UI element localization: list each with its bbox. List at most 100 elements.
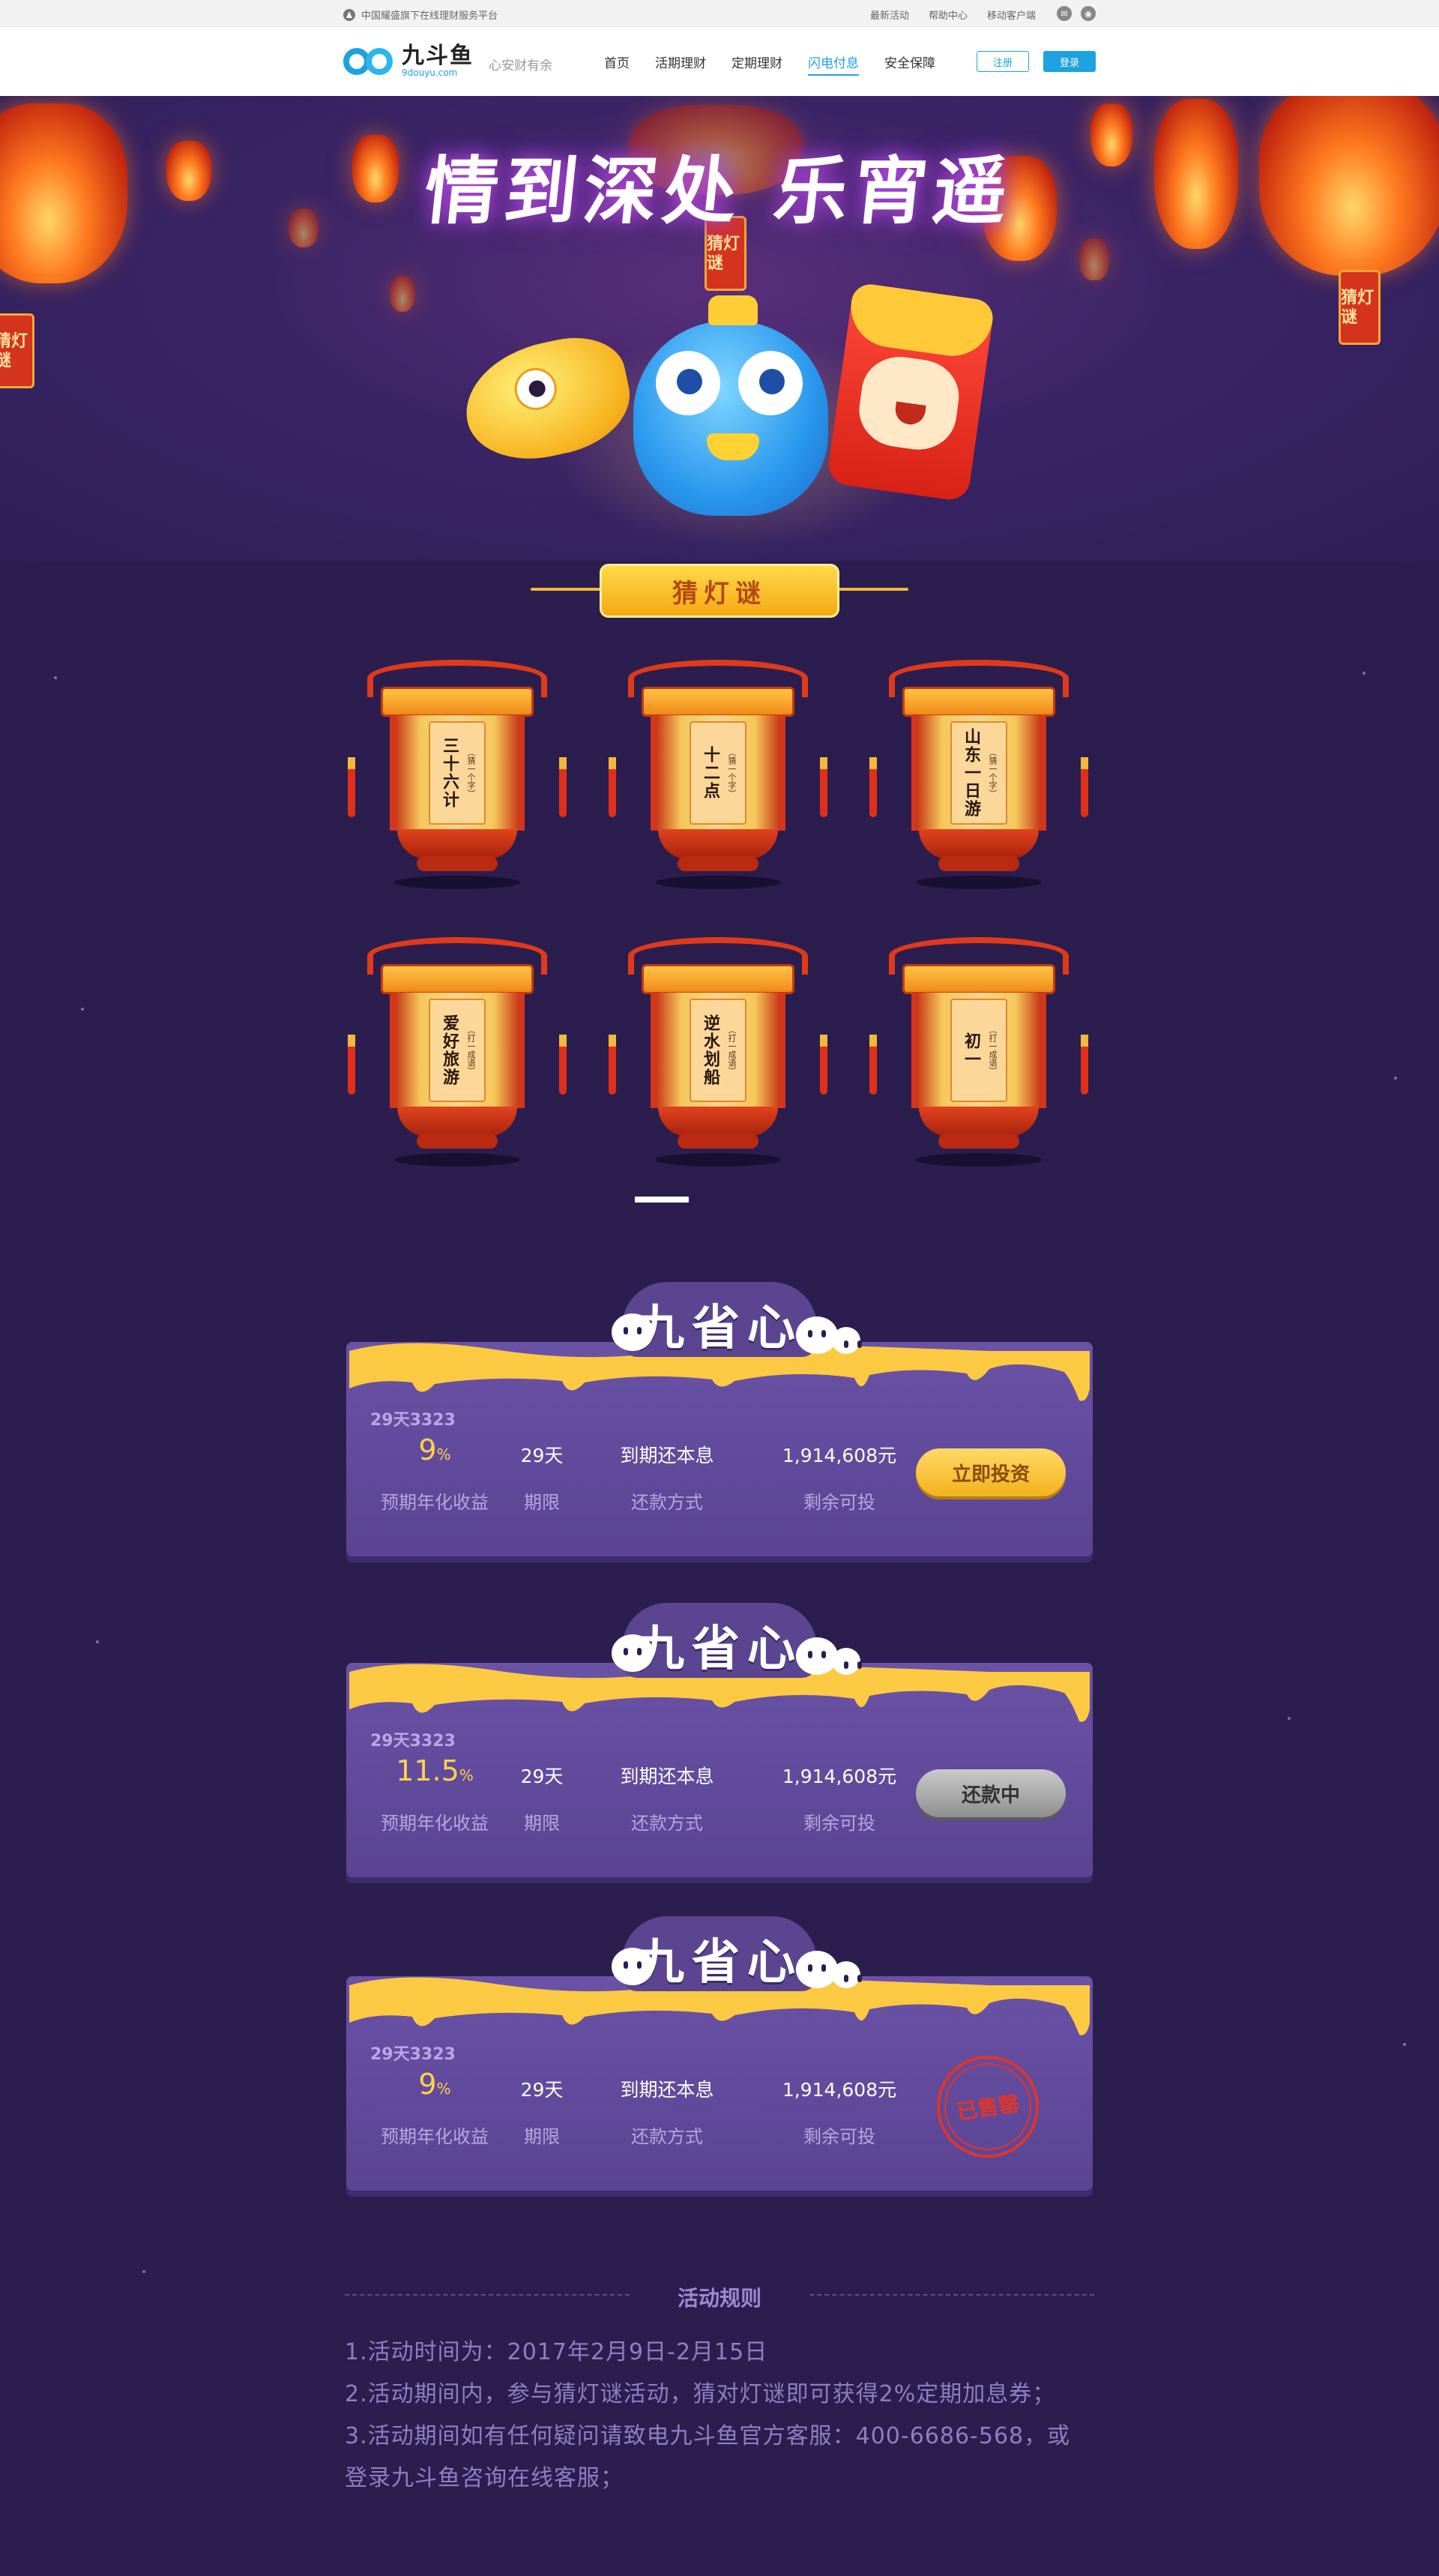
annual-rate-label: 预期年化收益 xyxy=(381,1813,489,1834)
product-id: 29天3323 xyxy=(370,1411,456,1430)
top-utility-bar: 中国耀盛旗下在线理财服务平台 最新活动 帮助中心 移动客户端 ✉ ◉ xyxy=(0,0,1439,27)
product-card-3: 九省心 29天3323 9% 29天 到期还本息 1,914,608元 预期年化… xyxy=(345,1909,1094,2194)
star-decoration xyxy=(1288,1717,1291,1720)
riddle-hint: （猜一个字） xyxy=(727,748,737,798)
hanging-tag-left: 猜灯谜 xyxy=(0,313,34,388)
star-decoration xyxy=(142,2270,145,2273)
remaining-amount-label: 剩余可投 xyxy=(803,1492,875,1513)
link-help-center[interactable]: 帮助中心 xyxy=(929,7,968,22)
riddle-section-title: 猜灯谜 xyxy=(600,564,839,618)
star-decoration xyxy=(1363,672,1366,675)
nav-flash-interest[interactable]: 闪电付息 xyxy=(808,52,859,76)
riddle-lantern-1[interactable]: 三十六计 （猜一个字） xyxy=(345,660,570,900)
riddle-text: 逆水划船 xyxy=(701,1014,720,1086)
carousel-indicator[interactable] xyxy=(635,1197,689,1203)
repay-method-value: 到期还本息 xyxy=(620,1445,714,1466)
cloud-face-icon xyxy=(796,1316,838,1354)
star-decoration xyxy=(81,1008,84,1011)
nav-home[interactable]: 首页 xyxy=(604,52,630,76)
riddle-lantern-5[interactable]: 逆水划船 （打一成语） xyxy=(606,937,830,1177)
repaying-status-button[interactable]: 还款中 xyxy=(916,1769,1066,1817)
company-logo-icon xyxy=(343,8,355,21)
repay-method-label: 还款方式 xyxy=(631,2126,703,2147)
repay-method-value: 到期还本息 xyxy=(620,2079,714,2101)
logo-name: 九斗鱼 xyxy=(402,43,474,69)
red-envelope-mascot xyxy=(826,282,995,502)
star-decoration xyxy=(1403,2043,1406,2046)
riddle-text: 十二点 xyxy=(701,746,720,800)
sky-lantern-image xyxy=(0,103,127,283)
nav-fixed-finance[interactable]: 定期理财 xyxy=(731,52,782,76)
nav-security[interactable]: 安全保障 xyxy=(884,52,935,76)
riddle-lantern-6[interactable]: 初一 （打一成语） xyxy=(866,937,1091,1177)
riddle-text: 山东一日游 xyxy=(962,728,981,818)
remaining-amount-value: 1,914,608元 xyxy=(782,2079,897,2101)
link-latest-activity[interactable]: 最新活动 xyxy=(870,7,909,22)
rule-item: 2.活动期间内，参与猜灯谜活动，猜对灯谜即可获得2%定期加息券； xyxy=(345,2381,1056,2407)
sky-lantern-image xyxy=(166,141,211,201)
rule-item: 3.活动期间如有任何疑问请致电九斗鱼官方客服：400-6686-568，或 xyxy=(345,2423,1071,2449)
riddle-text: 三十六计 xyxy=(440,737,459,809)
riddle-lantern-4[interactable]: 爱好旅游 （打一成语） xyxy=(345,937,570,1177)
term-label: 期限 xyxy=(524,1492,560,1513)
annual-rate-label: 预期年化收益 xyxy=(381,1492,489,1513)
remaining-amount-label: 剩余可投 xyxy=(803,2126,875,2147)
wechat-icon[interactable]: ✉ xyxy=(1057,6,1072,21)
remaining-amount-label: 剩余可投 xyxy=(803,1813,875,1834)
sky-lantern-image xyxy=(1154,99,1238,249)
riddle-hint: （打一成语） xyxy=(988,1026,998,1075)
nav-current-finance[interactable]: 活期理财 xyxy=(655,52,706,76)
sky-lantern-image xyxy=(390,276,415,312)
term-label: 期限 xyxy=(524,1813,560,1834)
star-decoration xyxy=(1394,1077,1397,1080)
blue-fish-mascot xyxy=(633,295,828,516)
star-decoration xyxy=(54,676,57,679)
term-label: 期限 xyxy=(524,2126,560,2147)
link-mobile-client[interactable]: 移动客户端 xyxy=(987,7,1036,22)
cloud-face-icon xyxy=(832,1961,862,1988)
riddle-section-banner: 猜灯谜 xyxy=(531,564,908,618)
cloud-face-icon xyxy=(612,1948,654,1985)
platform-tagline: 中国耀盛旗下在线理财服务平台 xyxy=(343,7,498,22)
cloud-face-icon xyxy=(796,1951,838,1988)
cloud-face-icon xyxy=(612,1634,654,1672)
tagline-text: 中国耀盛旗下在线理财服务平台 xyxy=(361,10,498,22)
hero-title: 情到深处 乐宵遥 xyxy=(420,148,1018,235)
register-button[interactable]: 注册 xyxy=(977,51,1029,72)
hanging-tag-right: 猜灯谜 xyxy=(1339,270,1381,345)
cloud-face-icon xyxy=(832,1648,862,1675)
term-value: 29天 xyxy=(520,2079,564,2101)
invest-now-button[interactable]: 立即投资 xyxy=(916,1448,1066,1496)
logo-domain: 9douyu.com xyxy=(402,67,458,78)
repay-method-label: 还款方式 xyxy=(631,1492,703,1513)
cloud-face-icon xyxy=(832,1327,862,1354)
repay-method-label: 还款方式 xyxy=(631,1813,703,1834)
login-button[interactable]: 登录 xyxy=(1043,51,1096,72)
mascot-illustration xyxy=(454,282,1004,561)
weibo-icon[interactable]: ◉ xyxy=(1081,6,1096,21)
sky-lantern-image xyxy=(1090,103,1132,166)
product-id: 29天3323 xyxy=(370,2045,456,2064)
annual-rate-value: 9% xyxy=(418,1433,451,1466)
sky-lantern-image xyxy=(1079,238,1109,280)
riddle-lantern-3[interactable]: 山东一日游 （猜一个字） xyxy=(866,660,1091,900)
remaining-amount-value: 1,914,608元 xyxy=(782,1445,897,1466)
activity-rules: 活动规则 1.活动时间为：2017年2月9日-2月15日 2.活动期间内，参与猜… xyxy=(345,2276,1094,2500)
term-value: 29天 xyxy=(520,1445,564,1466)
sky-lantern-image xyxy=(289,208,319,247)
sold-out-stamp: 已售罄 xyxy=(937,2056,1039,2158)
annual-rate-label: 预期年化收益 xyxy=(381,2126,489,2147)
logo-mark-icon xyxy=(343,43,397,79)
riddle-hint: （猜一个字） xyxy=(988,748,998,798)
annual-rate-value: 11.5% xyxy=(396,1754,474,1787)
riddle-hint: （打一成语） xyxy=(727,1026,737,1075)
product-card-2: 九省心 29天3323 11.5% 29天 到期还本息 1,914,608元 预… xyxy=(345,1595,1094,1880)
rule-item: 登录九斗鱼咨询在线客服； xyxy=(345,2465,624,2491)
riddle-lantern-2[interactable]: 十二点 （猜一个字） xyxy=(606,660,830,900)
term-value: 29天 xyxy=(520,1766,564,1787)
repay-method-value: 到期还本息 xyxy=(620,1766,714,1787)
logo-slogan: 心安财有余 xyxy=(489,58,552,73)
main-header: 九斗鱼 9douyu.com 心安财有余 首页 活期理财 定期理财 闪电付息 安… xyxy=(0,27,1439,96)
annual-rate-value: 9% xyxy=(418,2068,451,2101)
site-logo[interactable]: 九斗鱼 9douyu.com 心安财有余 xyxy=(343,43,552,79)
